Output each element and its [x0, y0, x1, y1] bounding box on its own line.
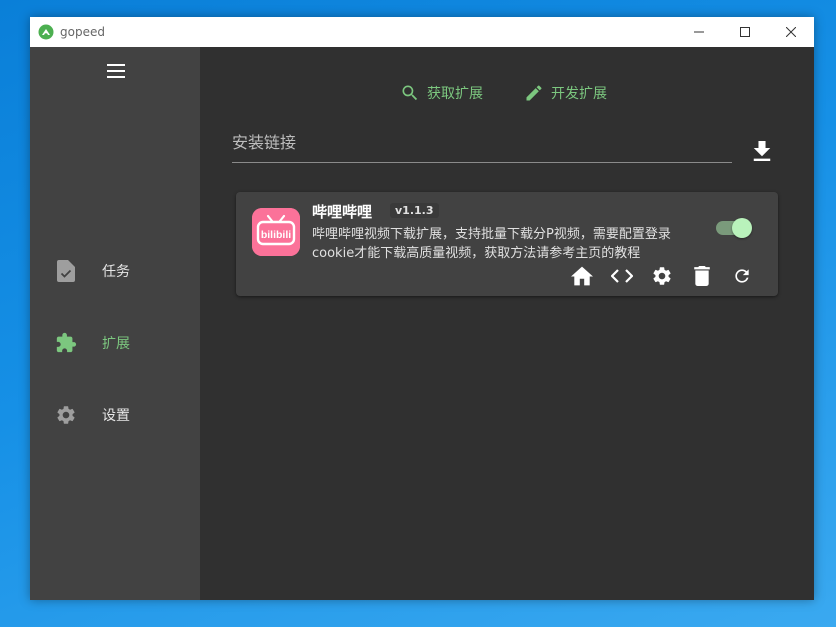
close-icon — [786, 27, 796, 37]
code-icon — [611, 269, 633, 283]
bilibili-logo-text: bilibili — [261, 229, 291, 241]
title-bar[interactable]: gopeed — [30, 17, 814, 47]
trash-icon — [694, 266, 710, 286]
get-extension-button[interactable]: 获取扩展 — [400, 81, 483, 105]
app-window: gopeed 任务 扩展 设置 获取扩展 开发扩展 安装链接 bilibili … — [30, 17, 814, 600]
update-button[interactable] — [730, 264, 754, 288]
search-icon — [402, 85, 418, 101]
repository-button[interactable] — [610, 264, 634, 288]
extension-card: bilibili 哔哩哔哩 v1.1.3 哔哩哔哩视频下载扩展，支持批量下载分P… — [236, 192, 778, 296]
app-title: gopeed — [60, 25, 105, 39]
extension-actions: 获取扩展 开发扩展 — [200, 81, 814, 105]
close-button[interactable] — [768, 17, 814, 47]
sidebar-item-settings[interactable]: 设置 — [30, 391, 200, 439]
get-extension-label: 获取扩展 — [427, 86, 483, 102]
minimize-button[interactable] — [676, 17, 722, 47]
install-button[interactable] — [750, 139, 774, 163]
sidebar-item-extensions[interactable]: 扩展 — [30, 319, 200, 367]
gopeed-logo-icon — [38, 24, 54, 40]
maximize-icon — [740, 27, 750, 37]
extension-description: 哔哩哔哩视频下载扩展，支持批量下载分P视频，需要配置登录cookie才能下载高质… — [312, 227, 671, 261]
extension-icon — [54, 331, 78, 355]
extension-title: 哔哩哔哩 — [312, 203, 373, 221]
minimize-icon — [694, 31, 704, 33]
edit-pencil-icon — [526, 85, 542, 101]
sidebar-item-tasks[interactable]: 任务 — [30, 247, 200, 295]
toggle-thumb — [732, 218, 752, 238]
sidebar-item-label: 扩展 — [102, 336, 130, 352]
task-icon — [54, 259, 78, 283]
homepage-button[interactable] — [570, 264, 594, 288]
menu-button[interactable] — [104, 59, 128, 83]
refresh-icon — [735, 269, 749, 283]
develop-extension-button[interactable]: 开发扩展 — [524, 81, 607, 105]
extension-card-actions — [570, 264, 754, 288]
main-content: 获取扩展 开发扩展 安装链接 bilibili 哔哩哔哩 v1.1.3 哔哩哔哩… — [200, 47, 814, 600]
home-icon — [571, 266, 593, 286]
develop-extension-label: 开发扩展 — [551, 86, 607, 102]
sidebar-item-label: 任务 — [102, 264, 130, 280]
bilibili-logo-icon: bilibili — [252, 208, 300, 256]
extension-enable-toggle[interactable] — [716, 218, 754, 238]
window-controls — [676, 17, 814, 47]
extension-version-badge: v1.1.3 — [390, 203, 439, 218]
hamburger-menu-icon — [107, 64, 125, 78]
sidebar: 任务 扩展 设置 — [30, 47, 200, 600]
settings-icon — [54, 403, 78, 427]
maximize-button[interactable] — [722, 17, 768, 47]
sidebar-item-label: 设置 — [102, 408, 130, 424]
gear-icon — [653, 267, 671, 285]
extension-settings-button[interactable] — [650, 264, 674, 288]
delete-button[interactable] — [690, 264, 714, 288]
download-icon — [753, 141, 771, 161]
install-url-field — [232, 123, 732, 163]
install-url-input[interactable] — [232, 123, 732, 162]
